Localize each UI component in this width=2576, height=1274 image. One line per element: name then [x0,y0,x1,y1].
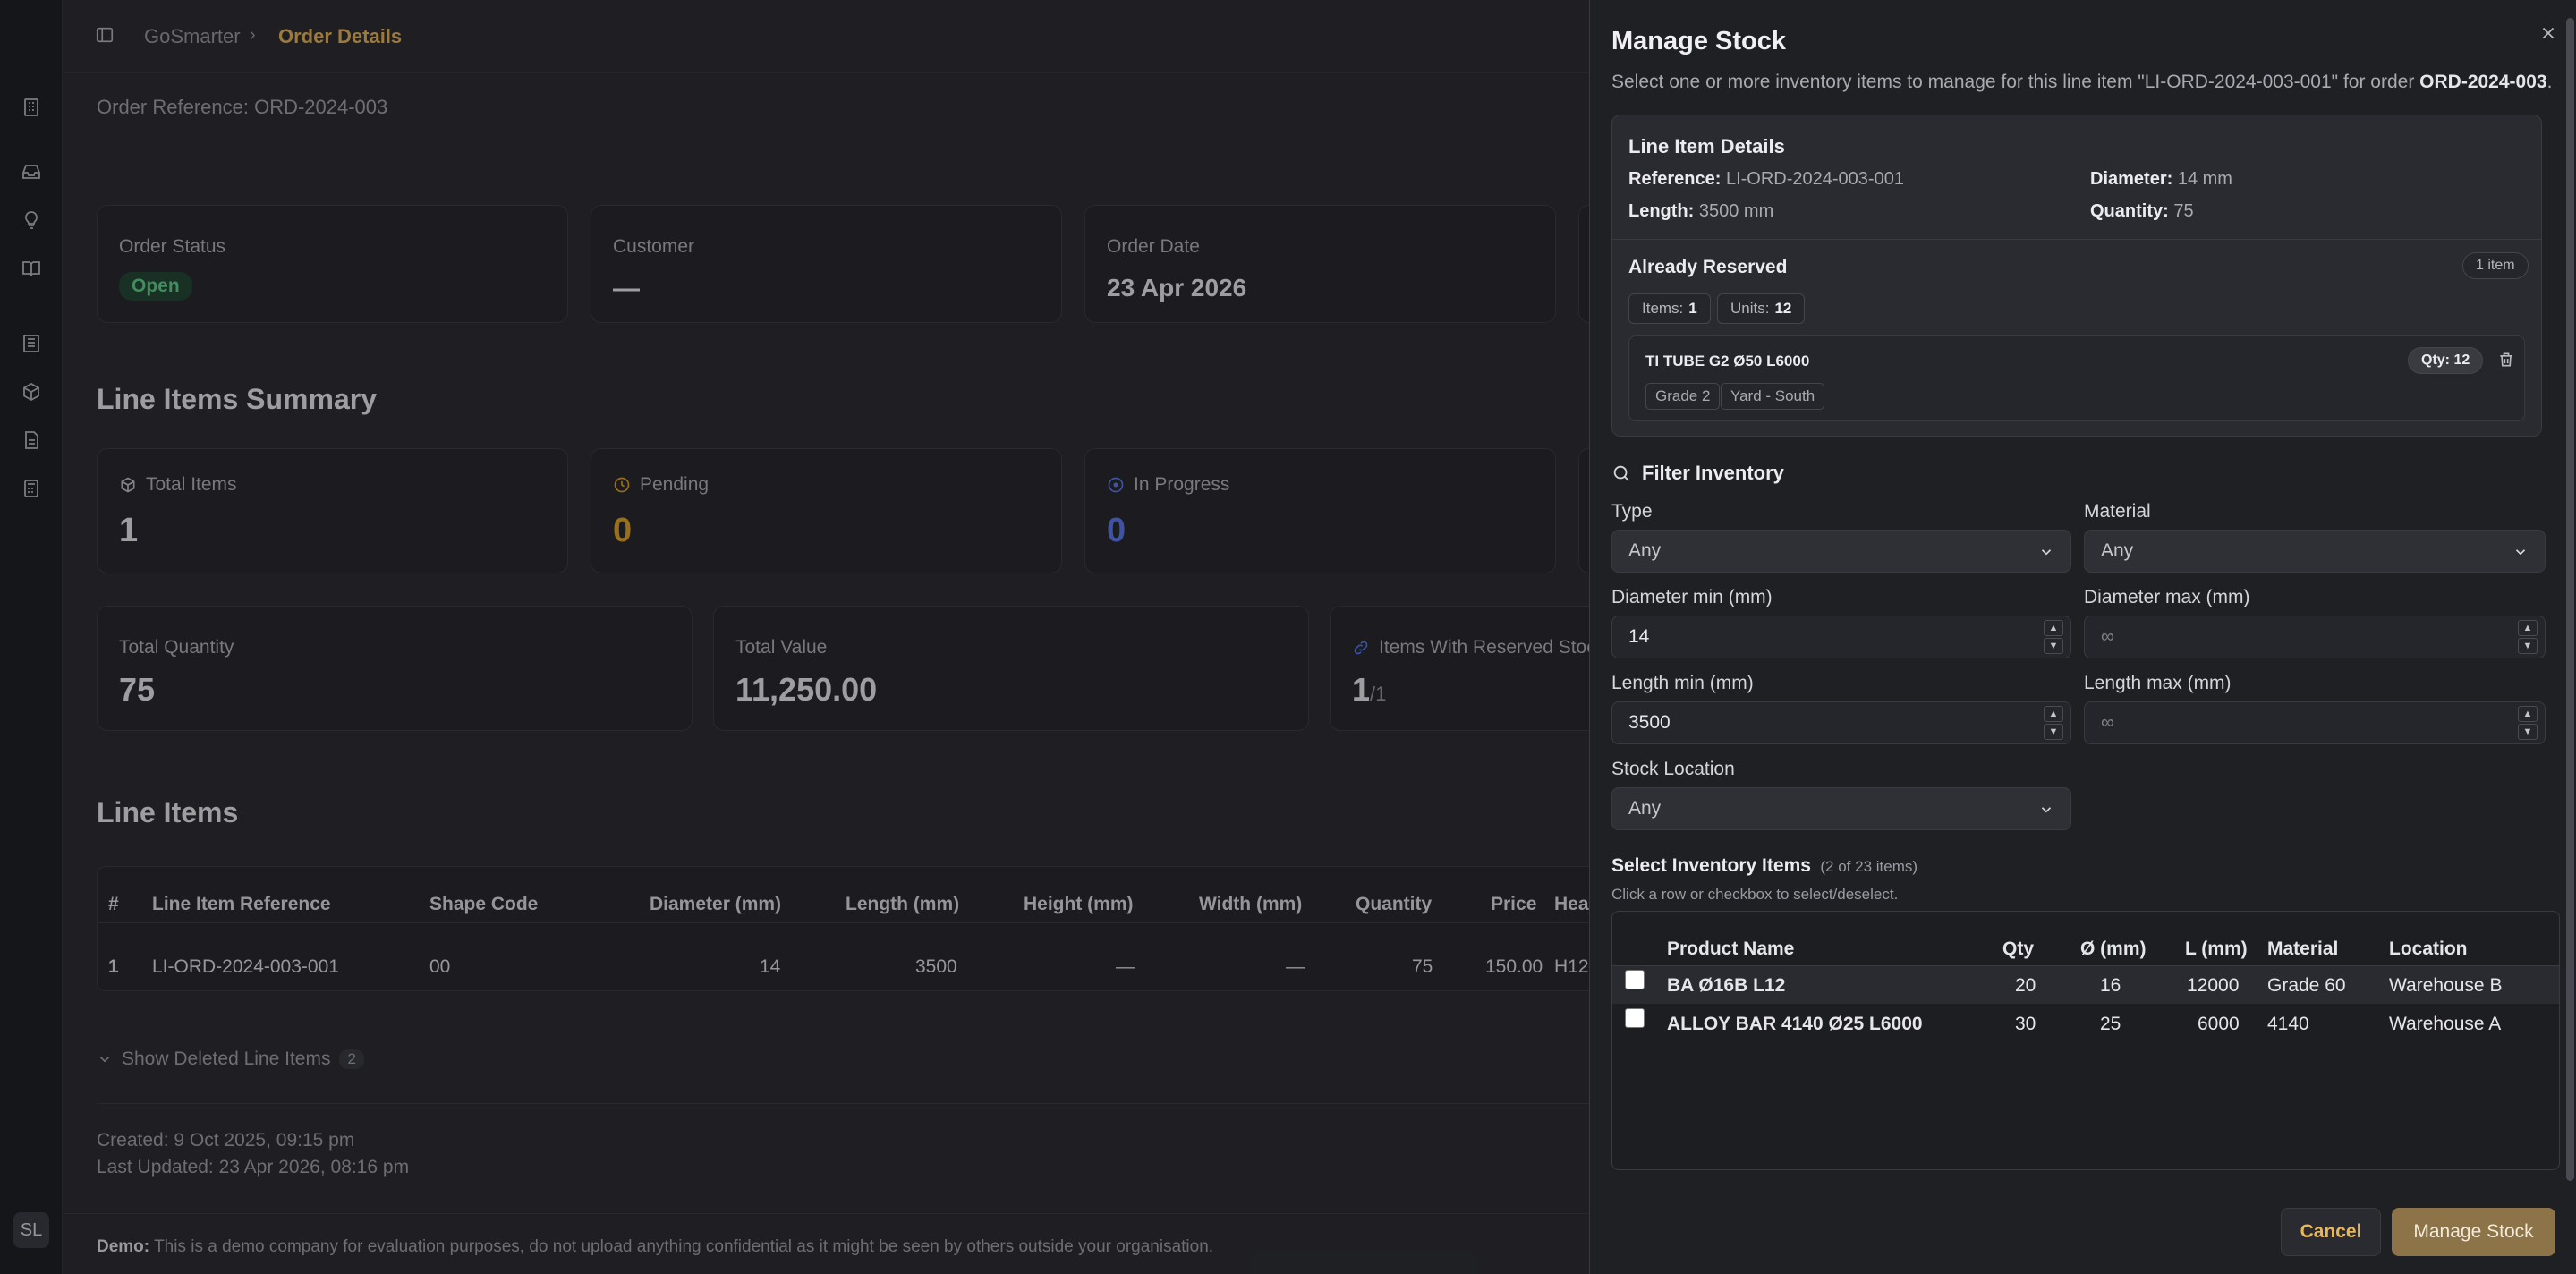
type-select[interactable]: Any [1611,530,2071,573]
cancel-button[interactable]: Cancel [2281,1208,2381,1256]
diameter-max-input[interactable]: ∞ ▲ ▼ [2084,616,2546,658]
length-min-label: Length min (mm) [1611,673,1754,693]
col-qty: Qty [2002,939,2035,959]
row-checkbox[interactable] [1625,970,1645,989]
inventory-row[interactable]: ALLOY BAR 4140 Ø25 L6000 30 25 6000 4140… [1612,1005,2559,1042]
reserved-count-badge: 1 item [2462,252,2529,279]
panel-scrollbar[interactable] [2566,18,2574,1181]
divider [1612,239,2541,240]
inventory-table: Product Name Qty Ø (mm) L (mm) Material … [1611,911,2560,1170]
location-chip: Yard - South [1721,383,1825,410]
length-max-label: Length max (mm) [2084,673,2232,693]
diameter-min-input[interactable]: 14 ▲ ▼ [1611,616,2071,658]
filter-header: Filter Inventory [1611,462,1784,485]
col-length: L (mm) [2185,939,2248,959]
stock-location-select[interactable]: Any [1611,787,2071,830]
select-hint: Click a row or checkbox to select/desele… [1611,886,1899,903]
search-icon [1611,463,1631,483]
stepper[interactable]: ▲ ▼ [2044,620,2063,654]
panel-title: Manage Stock [1611,27,1786,55]
manage-stock-button[interactable]: Manage Stock [2392,1208,2555,1256]
stepper[interactable]: ▲ ▼ [2044,706,2063,740]
inventory-row[interactable]: BA Ø16B L12 20 16 12000 Grade 60 Warehou… [1612,966,2559,1004]
units-count-pill: Units: 12 [1717,293,1806,324]
chevron-down-icon [2038,544,2054,560]
detail-reference: Reference: LI-ORD-2024-003-001 [1628,169,1904,189]
grade-chip: Grade 2 [1645,383,1721,410]
chevron-down-icon [2512,544,2529,560]
stepper[interactable]: ▲ ▼ [2518,706,2538,740]
row-checkbox[interactable] [1625,1008,1645,1028]
panel-description: Select one or more inventory items to ma… [1611,72,2553,92]
length-max-input[interactable]: ∞ ▲ ▼ [2084,701,2546,744]
material-label: Material [2084,501,2151,522]
diameter-min-label: Diameter min (mm) [1611,587,1773,607]
reserved-item-name: TI TUBE G2 Ø50 L6000 [1645,352,1810,369]
trash-icon[interactable] [2497,351,2515,369]
detail-diameter: Diameter: 14 mm [2090,169,2232,189]
chevron-down-icon [2038,802,2054,818]
length-min-input[interactable]: 3500 ▲ ▼ [1611,701,2071,744]
col-location: Location [2389,939,2468,959]
col-diameter: Ø (mm) [2080,939,2147,959]
close-icon[interactable] [2538,23,2558,43]
col-material: Material [2267,939,2339,959]
already-reserved-title: Already Reserved [1628,257,1788,277]
manage-stock-panel: Manage Stock Select one or more inventor… [1589,0,2576,1274]
details-title: Line Item Details [1628,135,1785,157]
stepper[interactable]: ▲ ▼ [2518,620,2538,654]
type-label: Type [1611,501,1653,522]
material-select[interactable]: Any [2084,530,2546,573]
detail-length: Length: 3500 mm [1628,201,1774,221]
diameter-max-label: Diameter max (mm) [2084,587,2250,607]
modal-backdrop[interactable] [0,0,1589,1274]
line-item-details-box: Line Item Details Reference: LI-ORD-2024… [1611,115,2542,437]
col-product-name: Product Name [1667,939,1795,959]
detail-quantity: Quantity: 75 [2090,201,2194,221]
stock-location-label: Stock Location [1611,759,1735,779]
select-items-header: Select Inventory Items (2 of 23 items) [1611,855,1918,876]
reserved-item: TI TUBE G2 Ø50 L6000 Qty: 12 Grade 2 Yar… [1628,335,2525,421]
items-count-pill: Items: 1 [1628,293,1711,324]
reserved-qty-badge: Qty: 12 [2408,347,2484,374]
